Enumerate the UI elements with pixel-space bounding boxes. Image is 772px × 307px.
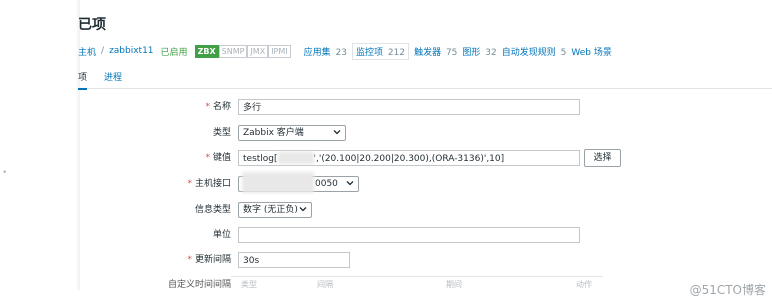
chevron-down-icon [346,181,354,186]
update-interval-label: * 更新间隔 [187,255,231,265]
info-type-select[interactable]: 数字 (无正负) [238,202,312,218]
tag-zbx: ZBX [194,44,219,58]
info-type-label: 信息类型 [194,205,231,215]
link-items[interactable]: 监控项 212 [351,42,410,60]
col-type: 类型 [241,280,257,289]
redacted-key-part [278,152,314,164]
tag-snmp: SNMP [218,44,248,58]
unit-input[interactable] [238,227,580,243]
form-tabs: 项 进程 [78,66,772,90]
type-select[interactable]: Zabbix 客户端 [238,125,346,141]
left-shadow [0,0,80,307]
col-action: 动作 [576,280,592,289]
chevron-down-icon [299,207,307,212]
redacted-interface [242,172,314,193]
tag-jmx: JMX [247,44,269,58]
link-discovery-rules[interactable]: 自动发现规则 5 [502,45,567,58]
name-label: * 名称 [205,102,231,112]
breadcrumb: 主机 / zabbixt11 已启用 ZBX SNMP JMX IPMI 应用集… [78,42,612,60]
link-triggers[interactable]: 触发器 75 [414,45,457,58]
unit-label: 单位 [212,230,231,240]
col-interval: 间隔 [317,280,333,289]
breadcrumb-hosts[interactable]: 主机 [78,45,96,58]
link-web-scenarios[interactable]: Web 场景 [571,45,611,58]
custom-intervals-table-header: 类型 间隔 期间 动作 [231,276,603,291]
tag-ipmi: IPMI [268,44,291,58]
status-enabled-link[interactable]: 已启用 [161,45,188,58]
link-applications[interactable]: 应用集 23 [304,45,347,58]
availability-tags: ZBX SNMP JMX IPMI [194,44,291,58]
breadcrumb-sep: / [101,46,105,56]
key-label: * 键值 [205,153,231,163]
chevron-down-icon [333,130,341,135]
tab-item[interactable]: 项 [78,70,88,90]
interface-label: * 主机接口 [187,179,231,189]
type-label: 类型 [212,128,231,138]
name-input[interactable]: 多行 [238,99,580,115]
watermark: @51CTO博客 [689,283,766,297]
left-edge-mark: • [2,168,8,178]
custom-intervals-label: 自定义时间间隔 [167,280,231,290]
col-period: 期间 [446,280,462,289]
tab-process[interactable]: 进程 [104,70,122,83]
link-graphs[interactable]: 图形 32 [462,45,496,58]
breadcrumb-host[interactable]: zabbixt11 [109,46,153,56]
key-select-button[interactable]: 选择 [584,149,621,167]
page-title: 已项 [78,17,106,33]
update-interval-input[interactable]: 30s [238,252,350,268]
